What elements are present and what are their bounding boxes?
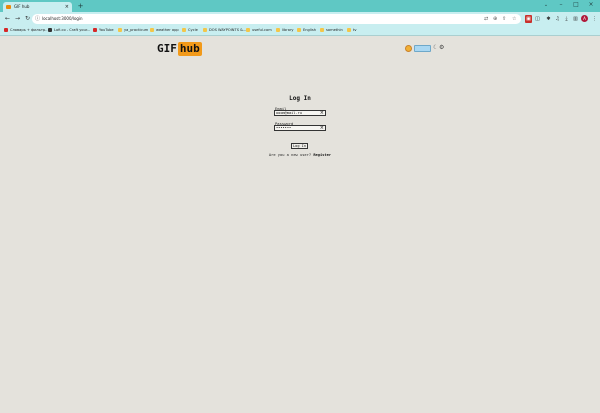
menu-kebab-icon[interactable]: ⋮ — [591, 15, 598, 23]
browser-tab[interactable]: GIF hub × — [3, 2, 72, 12]
folder-icon — [276, 27, 280, 32]
sun-icon — [405, 45, 412, 52]
bookmark-folder[interactable]: tv — [347, 26, 357, 35]
folder-icon — [150, 27, 154, 32]
bookmark-folder[interactable]: ya_practicum — [118, 26, 148, 35]
extensions-puzzle-icon[interactable]: ✱ — [545, 15, 552, 23]
maximize-button[interactable]: □ — [569, 0, 583, 10]
gifhub-favicon-icon — [6, 5, 11, 9]
reload-button[interactable]: ↻ — [23, 14, 32, 24]
forward-button[interactable]: → — [13, 14, 22, 24]
bookmark-item[interactable]: Lofi.co - Craft your... — [48, 26, 90, 35]
clear-password-icon[interactable]: × — [320, 125, 324, 131]
minimize-button[interactable]: – — [554, 0, 568, 10]
extension-icon[interactable]: ◫ — [534, 15, 541, 23]
email-input[interactable] — [276, 111, 320, 116]
bookmark-folder[interactable]: DOS WAYPOINTS &... — [203, 26, 246, 35]
side-panel-icon[interactable]: ▥ — [572, 15, 579, 23]
browser-toolbar: ← → ↻ ⓘ localhost:3000/login ⇄ ⊕ ⇪ ☆ ▣ ◫… — [0, 12, 600, 26]
folder-icon — [182, 27, 186, 32]
youtube-icon — [93, 27, 97, 32]
login-button[interactable]: Log In — [291, 143, 308, 149]
bookmark-favicon-icon — [48, 27, 52, 32]
bookmark-folder[interactable]: library — [276, 26, 294, 35]
bookmark-favicon-icon — [4, 27, 8, 32]
theme-toggle[interactable] — [414, 45, 431, 52]
clear-email-icon[interactable]: × — [320, 110, 324, 116]
address-bar[interactable]: ⓘ localhost:3000/login ⇄ ⊕ ⇪ ☆ — [32, 14, 521, 24]
translate-icon[interactable]: ⇄ — [484, 14, 488, 24]
register-link[interactable]: Register — [313, 153, 331, 157]
bookmark-folder[interactable]: English — [297, 26, 316, 35]
folder-icon — [320, 27, 324, 32]
folder-icon — [297, 27, 301, 32]
gifhub-logo[interactable]: GIF hub — [157, 42, 202, 56]
bookmark-item[interactable]: Словарь + фильтр.. — [4, 26, 48, 35]
download-icon[interactable]: ⤓ — [563, 15, 570, 23]
zoom-icon[interactable]: ⊕ — [493, 14, 497, 24]
bookmark-folder[interactable]: Cycle — [182, 26, 198, 35]
register-prompt: Are you a new user? Register — [265, 153, 335, 158]
share-icon[interactable]: ⇪ — [502, 14, 506, 24]
bookmark-folder[interactable]: useful.com — [246, 26, 272, 35]
folder-icon — [118, 27, 122, 32]
back-button[interactable]: ← — [3, 14, 12, 24]
folder-icon — [203, 27, 207, 32]
email-field[interactable]: × — [274, 110, 326, 116]
bookmarks-bar: Словарь + фильтр.. Lofi.co - Craft your.… — [0, 26, 600, 36]
profile-avatar[interactable]: A — [581, 15, 588, 22]
bookmark-folder[interactable]: weather app — [150, 26, 179, 35]
logo-gif-text: GIF — [157, 42, 177, 55]
folder-icon — [246, 27, 250, 32]
logo-hub-badge: hub — [177, 42, 202, 56]
tab-strip: GIF hub × + ⌄ – □ × — [0, 0, 600, 12]
site-info-icon[interactable]: ⓘ — [35, 14, 40, 24]
bookmark-item[interactable]: YouTube — [93, 26, 114, 35]
tab-title: GIF hub — [14, 4, 30, 9]
folder-icon — [347, 27, 351, 32]
new-user-text: Are you a new user? — [268, 153, 312, 157]
login-title: Log In — [289, 95, 311, 102]
password-field[interactable]: × — [274, 125, 326, 131]
tab-search-chevron-icon[interactable]: ⌄ — [539, 0, 553, 10]
bookmark-star-icon[interactable]: ☆ — [512, 14, 516, 24]
settings-icon[interactable]: ⚙ — [439, 44, 444, 52]
new-tab-button[interactable]: + — [76, 2, 85, 11]
password-input[interactable] — [276, 126, 320, 131]
close-window-button[interactable]: × — [584, 0, 598, 10]
moon-icon: ☾ — [433, 44, 439, 51]
media-control-icon[interactable]: ♫ — [554, 15, 561, 23]
tab-close-icon[interactable]: × — [65, 2, 69, 12]
bookmark-folder[interactable]: somethin — [320, 26, 343, 35]
extension-red-icon[interactable]: ▣ — [525, 15, 532, 23]
url-text[interactable]: localhost:3000/login — [42, 14, 83, 24]
